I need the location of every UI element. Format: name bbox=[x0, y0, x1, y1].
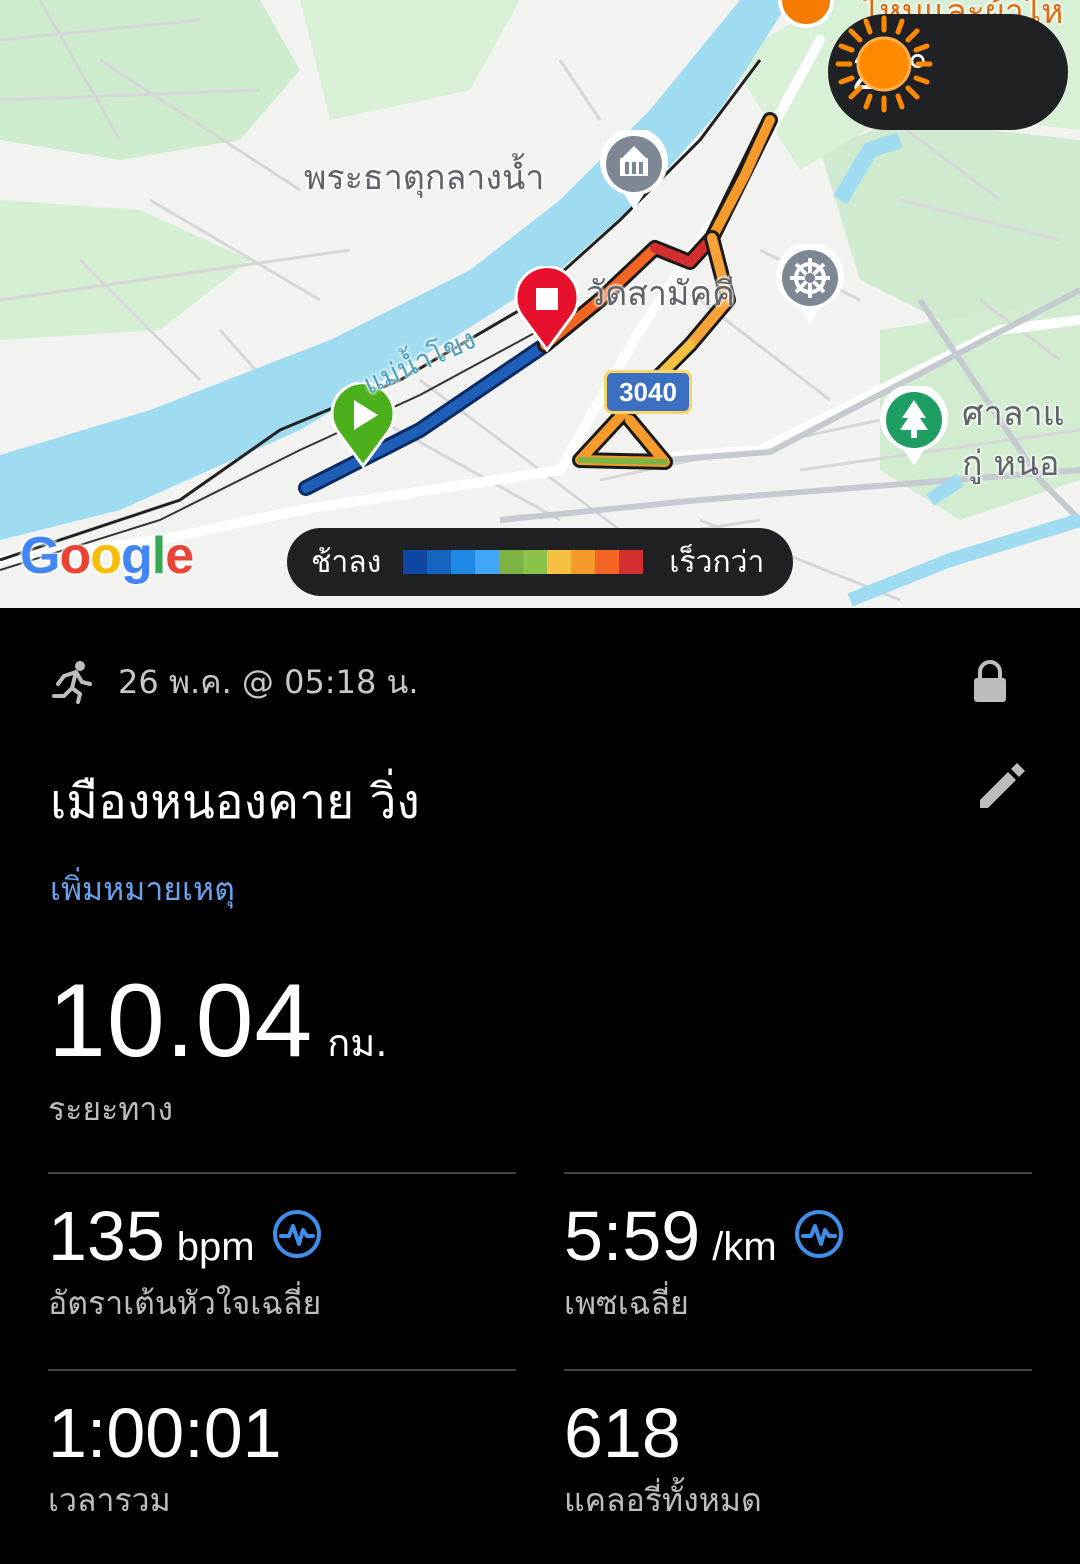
lock-icon[interactable] bbox=[972, 660, 1008, 704]
activity-header: 26 พ.ค. @ 05:18 น. bbox=[50, 660, 1030, 704]
pace-legend: ช้าลง เร็วกว่า bbox=[287, 528, 793, 596]
pace-label: เพซเฉลี่ย bbox=[564, 1284, 689, 1322]
heart-rate-chart-icon[interactable] bbox=[271, 1208, 323, 1260]
park-label-line1: ศาลาแ bbox=[962, 394, 1065, 434]
heart-rate-label: อัตราเต้นหัวใจเฉลี่ย bbox=[48, 1284, 322, 1322]
finish-marker-icon[interactable] bbox=[514, 266, 580, 352]
pace-chart-icon[interactable] bbox=[793, 1208, 845, 1260]
running-person-icon bbox=[52, 661, 92, 704]
duration-value: 1:00:01 bbox=[48, 1394, 282, 1472]
legend-swatch bbox=[523, 550, 548, 574]
legend-swatch bbox=[427, 550, 452, 574]
weather-badge: 27° bbox=[828, 14, 1068, 130]
duration-label: เวลารวม bbox=[48, 1481, 171, 1519]
temple-pin-icon[interactable] bbox=[774, 244, 846, 326]
legend-swatch bbox=[475, 550, 500, 574]
distance-value-row: 10.04 กม. bbox=[48, 962, 387, 1081]
distance-unit: กม. bbox=[327, 1021, 388, 1065]
heart-rate-value: 135 bbox=[48, 1197, 165, 1275]
pace-value: 5:59 bbox=[564, 1197, 701, 1275]
legend-fast-label: เร็วกว่า bbox=[669, 544, 765, 580]
legend-swatch bbox=[499, 550, 524, 574]
temple-label: วัดสามัคคี bbox=[586, 274, 735, 314]
activity-date: 26 พ.ค. @ 05:18 น. bbox=[118, 662, 419, 701]
legend-swatch bbox=[451, 550, 476, 574]
legend-swatch bbox=[619, 550, 644, 574]
heart-rate-unit: bpm bbox=[176, 1225, 255, 1269]
distance-label: ระยะทาง bbox=[48, 1090, 173, 1128]
stat-calories: 618 แคลอรี่ทั้งหมด bbox=[564, 1369, 1032, 1551]
legend-slow-label: ช้าลง bbox=[311, 544, 382, 580]
stat-heart-rate[interactable]: 135 bpm อัตราเต้นหัวใจเฉลี่ย bbox=[48, 1172, 516, 1354]
distance-value: 10.04 bbox=[48, 963, 314, 1079]
park-pin-icon[interactable] bbox=[878, 386, 950, 468]
edit-pencil-icon[interactable] bbox=[972, 756, 1030, 814]
calories-value: 618 bbox=[564, 1394, 681, 1472]
stat-duration: 1:00:01 เวลารวม bbox=[48, 1369, 516, 1551]
activity-title: เมืองหนองคาย วิ่ง bbox=[50, 774, 420, 830]
pace-unit: /km bbox=[712, 1225, 777, 1269]
legend-swatch bbox=[403, 550, 428, 574]
pagoda-label: พระธาตุกลางน้ำ bbox=[304, 158, 545, 198]
legend-swatch bbox=[547, 550, 572, 574]
stat-pace[interactable]: 5:59 /km เพซเฉลี่ย bbox=[564, 1172, 1032, 1354]
road-number-shield: 3040 bbox=[604, 370, 692, 414]
route-map[interactable]: พระธาตุกลางน้ำ วัดสามัคคี แม่น้ำโขง ศาลา… bbox=[0, 0, 1080, 608]
legend-swatch bbox=[571, 550, 596, 574]
calories-label: แคลอรี่ทั้งหมด bbox=[564, 1481, 762, 1519]
legend-swatch bbox=[595, 550, 620, 574]
google-logo: Google bbox=[20, 527, 194, 585]
pagoda-pin-icon[interactable] bbox=[598, 130, 670, 212]
park-label-line2: กู่ หนอ bbox=[962, 444, 1060, 484]
add-note-link[interactable]: เพิ่มหมายเหตุ bbox=[50, 864, 235, 915]
sun-icon bbox=[835, 15, 933, 113]
legend-color-bar bbox=[403, 550, 644, 574]
